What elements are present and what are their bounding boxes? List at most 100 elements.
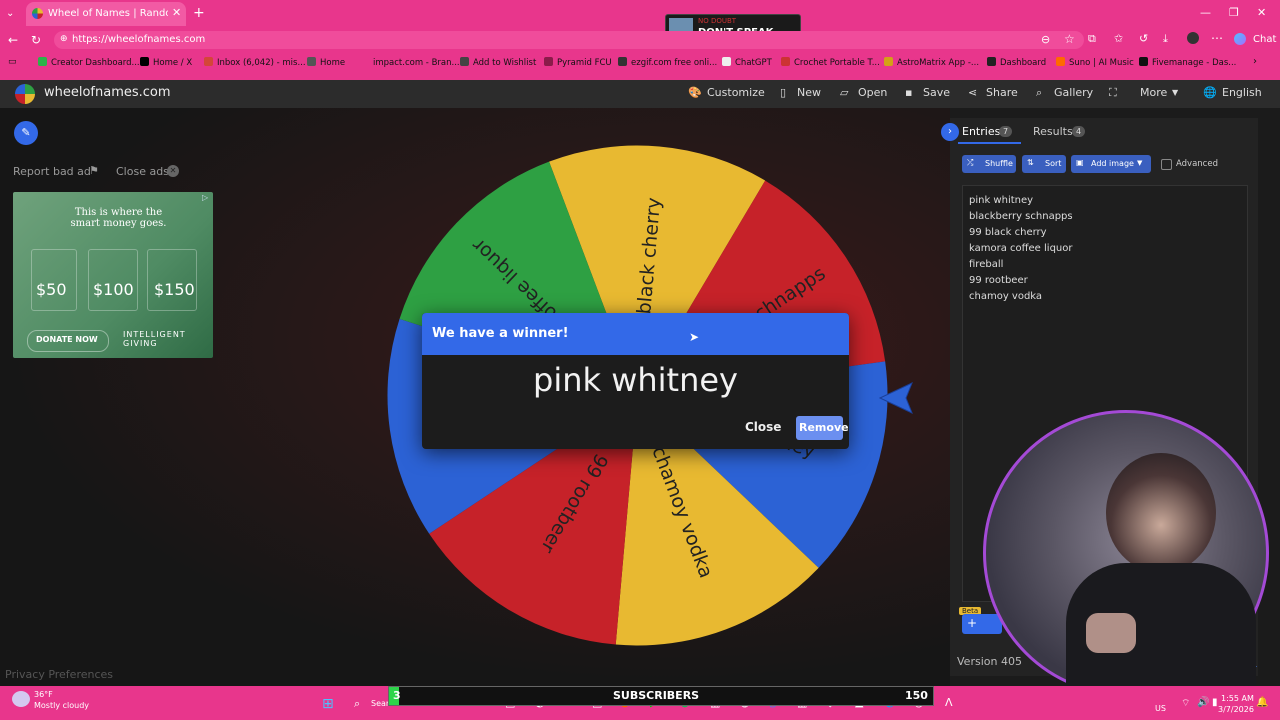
bookmark-item[interactable]: impact.com - Bran... [360,57,460,68]
close-button[interactable]: Close [745,420,781,434]
advanced-checkbox[interactable] [1161,159,1172,170]
site-info-icon[interactable]: ⊕ [60,34,68,44]
nav-save[interactable]: Save [923,86,950,99]
tab-close-icon[interactable]: ✕ [172,6,181,19]
clock-date[interactable]: 3/7/2026 [1218,705,1254,714]
weather-icon[interactable] [12,691,30,707]
bookmark-item[interactable]: Pyramid FCU [544,57,612,68]
minimize-icon[interactable]: — [1200,6,1211,19]
bookmark-label: AstroMatrix App -... [897,58,980,68]
sort-button[interactable]: ⇅ Sort [1022,155,1066,173]
site-logo-text[interactable]: wheelofnames.com [44,85,171,100]
nav-customize[interactable]: Customize [707,86,765,99]
new-file-icon: ▯ [780,86,787,99]
url-text: https://wheelofnames.com [72,34,206,45]
collapse-panel-icon[interactable]: › [941,123,959,141]
bookmark-item[interactable]: Suno | AI Music [1056,57,1134,68]
close-ads-icon[interactable]: ✕ [167,165,179,177]
report-ad-link[interactable]: Report bad ad [13,165,91,178]
chevron-down-icon: ▼ [1172,88,1179,97]
close-ads-link[interactable]: Close ads [116,165,169,178]
site-logo-icon[interactable] [15,84,35,104]
chevron-down-icon: ▼ [1137,159,1143,167]
windows-start-icon[interactable]: ⊞ [322,696,334,712]
ad-amount-150[interactable]: $150 [154,280,195,299]
add-image-button[interactable]: ▣ Add image ▼ [1071,155,1151,173]
reload-icon[interactable]: ↻ [31,33,41,47]
bookmark-item[interactable]: Home / X [140,57,192,68]
app-icon[interactable]: Λ [945,696,953,709]
clock-time[interactable]: 1:55 AM [1221,694,1254,703]
weather-desc[interactable]: Mostly cloudy [34,701,89,710]
reader-icon[interactable]: ⊖ [1041,33,1050,46]
tab-list-icon[interactable]: ⌄ [6,8,14,19]
bookmark-item[interactable]: Dashboard [987,57,1046,68]
remove-button[interactable]: Remove [796,416,849,440]
ad-headline: This is where the smart money goes. [70,207,167,229]
donation-ad[interactable]: This is where the smart money goes. $50 … [13,192,213,358]
language-indicator[interactable]: US [1155,704,1166,713]
nav-more[interactable]: More [1140,86,1167,99]
weather-temp[interactable]: 36°F [34,690,53,699]
fullscreen-icon[interactable]: ⛶ [1109,86,1117,100]
tab-results[interactable]: Results [1033,125,1073,138]
bookmark-item[interactable]: Crochet Portable T... [781,57,880,68]
winner-name: pink whitney [533,361,738,399]
bookmark-item[interactable]: Inbox (6,042) - mis... [204,57,306,68]
plus-icon: + [967,616,978,630]
nav-new[interactable]: New [797,86,821,99]
profile-avatar[interactable] [1187,32,1199,44]
nav-gallery[interactable]: Gallery [1054,86,1093,99]
bookmark-label: impact.com - Bran... [373,58,460,68]
notification-bell-icon[interactable]: 🔔 [1256,697,1268,708]
address-bar[interactable] [54,31,1084,49]
winner-dialog-title: We have a winner! [432,326,569,341]
window-close-icon[interactable]: ✕ [1257,6,1266,19]
nav-share[interactable]: Share [986,86,1018,99]
battery-icon[interactable]: ▮ [1212,697,1218,708]
subscriber-goal-bar: 3 SUBSCRIBERS 150 [388,686,934,706]
shuffle-button[interactable]: ⤮ Shuffle [962,155,1016,173]
tab-entries[interactable]: Entries [962,125,1000,138]
nav-language[interactable]: English [1222,86,1262,99]
chat-label[interactable]: Chat [1253,34,1276,45]
mouse-cursor-icon: ➤ [689,330,700,344]
bookmark-item[interactable]: ChatGPT [722,57,772,68]
sidebar-toggle-icon[interactable]: ▭ [8,57,17,67]
maximize-icon[interactable]: ❐ [1229,6,1239,19]
bookmark-label: Home / X [153,58,193,68]
privacy-preferences-link[interactable]: Privacy Preferences [5,668,113,681]
browser-tab[interactable]: Wheel of Names | Random name p ✕ [26,2,186,26]
ad-amount-100[interactable]: $100 [93,280,134,299]
copilot-icon[interactable] [1234,33,1246,45]
bookmark-item[interactable]: Add to Wishlist [460,57,536,68]
menu-dots-icon[interactable]: ⋯ [1211,31,1223,45]
ad-choices-icon[interactable]: ▷ [202,193,208,202]
taskbar-search-icon[interactable]: ⌕ [354,697,360,711]
bookmark-item[interactable]: AstroMatrix App -... [884,57,979,68]
bookmarks-more-icon[interactable]: › [1253,56,1257,67]
edit-pencil-icon[interactable]: ✎ [14,121,38,145]
favorite-star-icon[interactable]: ☆ [1064,32,1075,46]
bookmark-item[interactable]: ezgif.com free onli... [618,57,717,68]
favorites-icon[interactable]: ✩ [1114,32,1123,45]
bookmark-item[interactable]: Fivemanage - Das... [1139,57,1236,68]
extensions-icon[interactable]: ⧉ [1088,32,1096,46]
entry-line: kamora coffee liquor [969,243,1073,254]
download-icon[interactable]: ⤓ [1163,32,1168,46]
entry-line: chamoy vodka [969,291,1043,302]
ad-donate-button[interactable]: DONATE NOW [36,335,98,344]
winner-dialog: We have a winner! pink whitney Close Rem… [422,313,849,449]
history-icon[interactable]: ↺ [1139,32,1148,45]
wheel-favicon-icon [32,8,43,19]
ad-amount-50[interactable]: $50 [36,280,67,299]
add-entry-button[interactable]: + [962,614,1002,634]
back-icon[interactable]: ← [8,33,18,47]
nav-open[interactable]: Open [858,86,887,99]
bookmark-item[interactable]: Home [307,57,345,68]
wifi-icon[interactable]: ⌔ [1181,697,1190,710]
volume-icon[interactable]: 🔊 [1197,697,1209,708]
bookmark-item[interactable]: Creator Dashboard... [38,57,140,68]
new-tab-icon[interactable]: + [193,5,205,21]
flag-icon: ⚑ [89,164,99,177]
